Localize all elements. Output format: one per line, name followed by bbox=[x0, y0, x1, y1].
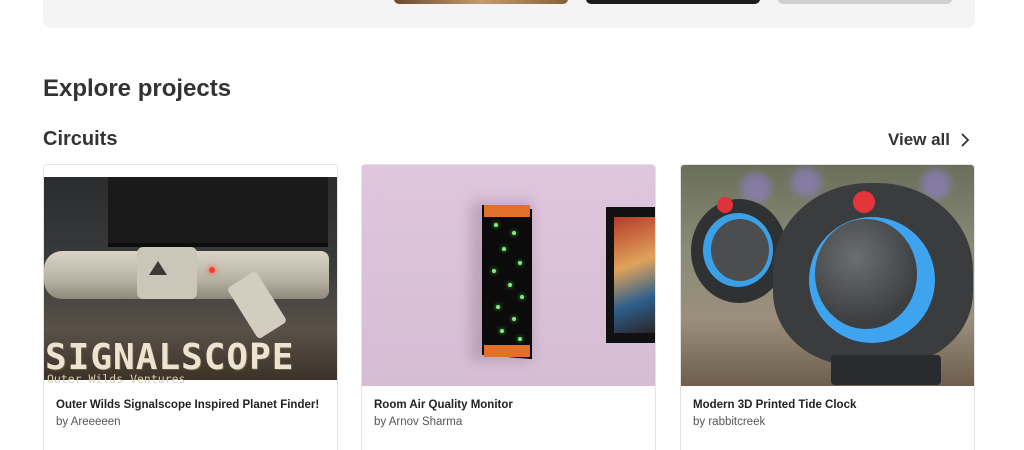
project-thumbnail[interactable] bbox=[681, 165, 974, 386]
category-title: Circuits bbox=[43, 128, 118, 150]
project-title[interactable]: Room Air Quality Monitor bbox=[374, 399, 513, 411]
featured-thumbnail[interactable] bbox=[586, 0, 760, 4]
project-title[interactable]: Modern 3D Printed Tide Clock bbox=[693, 399, 856, 411]
project-author[interactable]: by rabbitcreek bbox=[693, 416, 765, 428]
project-thumbnail[interactable]: SIGNALSCOPE Outer Wilds Ventures bbox=[44, 165, 337, 386]
project-card[interactable]: Room Air Quality Monitor by Arnov Sharma bbox=[361, 164, 656, 450]
project-thumbnail[interactable] bbox=[362, 165, 655, 386]
featured-strip bbox=[43, 0, 975, 28]
view-all-label: View all bbox=[887, 130, 950, 149]
chevron-right-icon bbox=[961, 133, 970, 147]
featured-thumbnail[interactable] bbox=[394, 0, 568, 4]
project-card[interactable]: SIGNALSCOPE Outer Wilds Ventures Outer W… bbox=[43, 164, 338, 450]
thumbnail-subline: Outer Wilds Ventures bbox=[47, 372, 186, 386]
section-title: Explore projects bbox=[43, 75, 232, 102]
project-card[interactable]: Modern 3D Printed Tide Clock by rabbitcr… bbox=[680, 164, 975, 450]
project-title[interactable]: Outer Wilds Signalscope Inspired Planet … bbox=[56, 399, 319, 411]
featured-thumbnail[interactable] bbox=[778, 0, 952, 4]
project-author[interactable]: by Arnov Sharma bbox=[374, 416, 462, 428]
project-author[interactable]: by Areeeeen bbox=[56, 416, 121, 428]
view-all-link[interactable]: View all bbox=[888, 130, 972, 150]
